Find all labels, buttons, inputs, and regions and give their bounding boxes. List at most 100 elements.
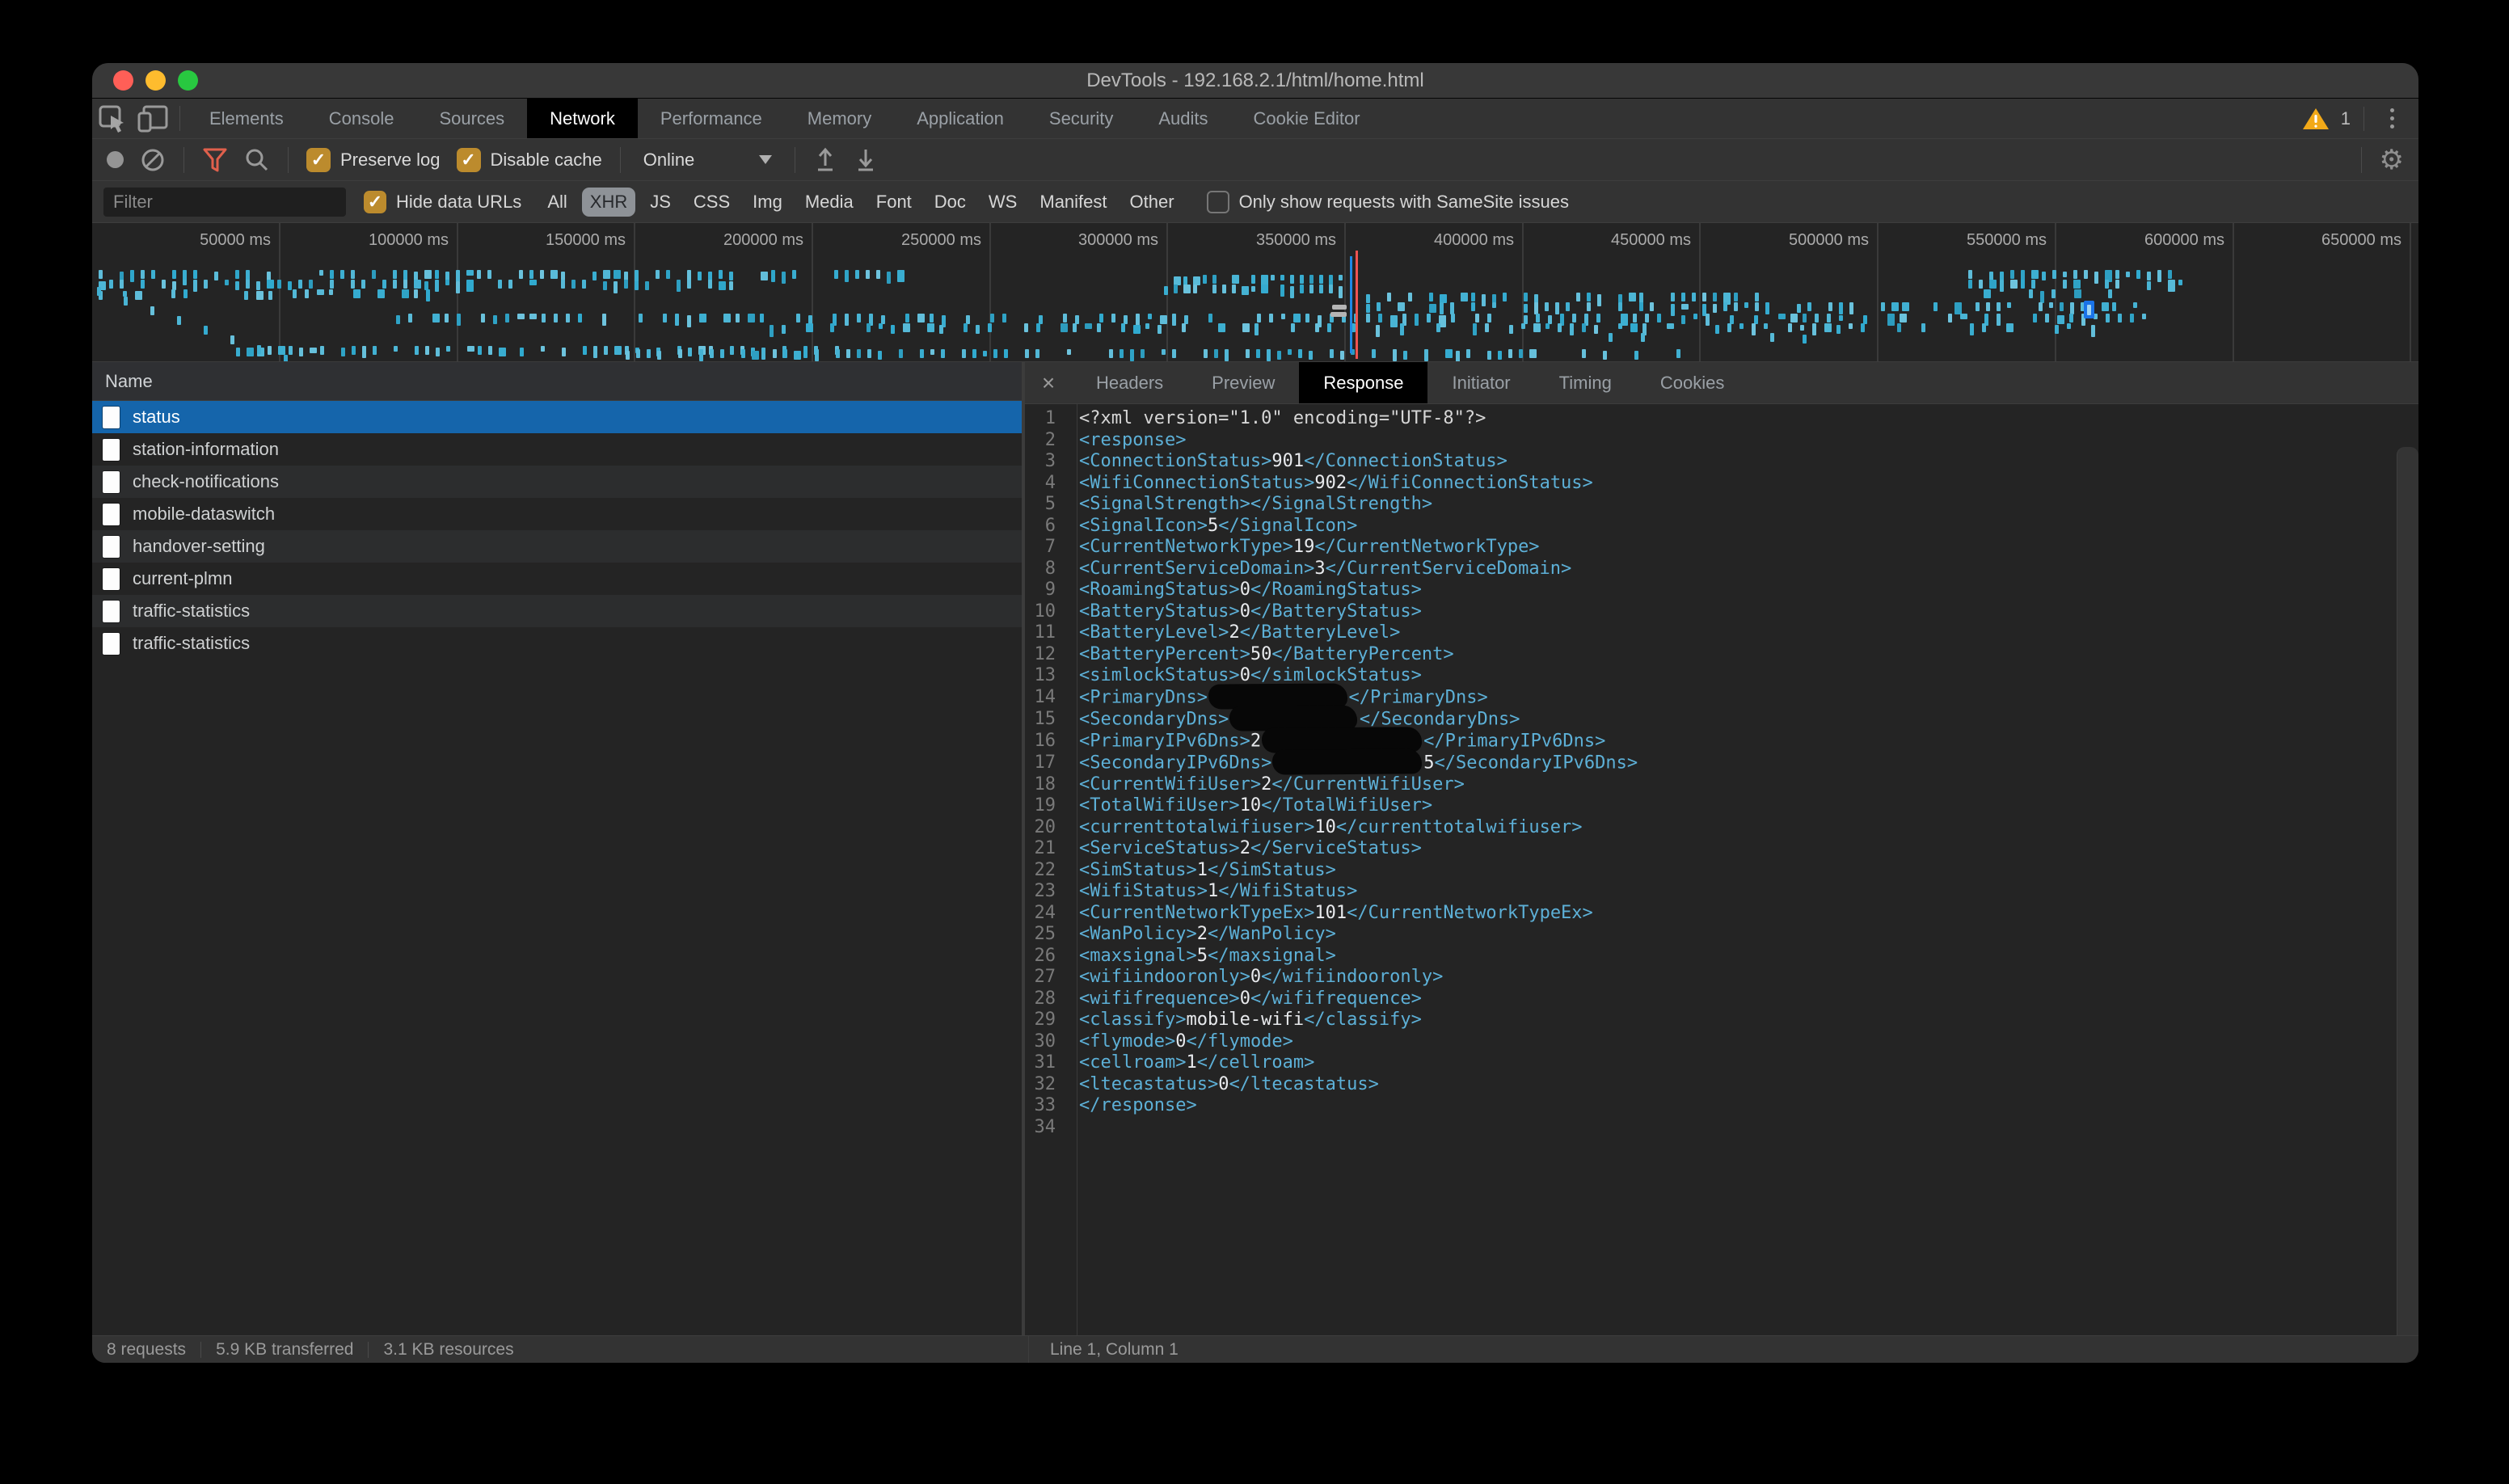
waterfall-dash bbox=[2106, 314, 2110, 323]
waterfall-dash bbox=[1109, 349, 1113, 358]
record-network-log-icon[interactable] bbox=[107, 151, 124, 168]
hide-data-urls-checkbox[interactable]: ✓ Hide data URLs bbox=[364, 191, 521, 213]
waterfall-dash bbox=[289, 346, 293, 355]
request-row-mobile-dataswitch[interactable]: mobile-dataswitch bbox=[92, 498, 1022, 530]
tab-application[interactable]: Application bbox=[894, 99, 1027, 138]
detail-tab-timing[interactable]: Timing bbox=[1535, 362, 1636, 403]
filter-type-doc[interactable]: Doc bbox=[926, 188, 974, 217]
waterfall-dash bbox=[2070, 302, 2074, 314]
detail-tab-cookies[interactable]: Cookies bbox=[1636, 362, 1748, 403]
request-row-status[interactable]: status bbox=[92, 401, 1022, 433]
request-row-current-plmn[interactable]: current-plmn bbox=[92, 563, 1022, 595]
line-number: 7 bbox=[1025, 537, 1067, 559]
tab-security[interactable]: Security bbox=[1027, 99, 1136, 138]
detail-tab-initiator[interactable]: Initiator bbox=[1427, 362, 1534, 403]
timeline-gridline bbox=[634, 223, 635, 361]
tab-performance[interactable]: Performance bbox=[638, 99, 785, 138]
disable-cache-checkbox[interactable]: ✓ Disable cache bbox=[457, 148, 602, 172]
tab-audits[interactable]: Audits bbox=[1136, 99, 1230, 138]
samesite-checkbox[interactable]: Only show requests with SameSite issues bbox=[1207, 191, 1569, 213]
more-options-icon[interactable] bbox=[2377, 108, 2407, 129]
minimize-window-button[interactable] bbox=[145, 70, 166, 91]
toggle-device-toolbar-button[interactable] bbox=[133, 99, 173, 138]
settings-gear-icon[interactable]: ⚙ bbox=[2380, 146, 2404, 174]
waterfall-dash bbox=[687, 280, 691, 289]
preserve-log-checkbox[interactable]: ✓ Preserve log bbox=[306, 148, 441, 172]
zoom-window-button[interactable] bbox=[178, 70, 198, 91]
tab-sources[interactable]: Sources bbox=[416, 99, 527, 138]
waterfall-dash bbox=[1025, 349, 1029, 358]
request-row-traffic-statistics[interactable]: traffic-statistics bbox=[92, 595, 1022, 627]
filter-type-js[interactable]: JS bbox=[642, 188, 679, 217]
waterfall-dash bbox=[402, 289, 409, 298]
request-row-handover-setting[interactable]: handover-setting bbox=[92, 530, 1022, 563]
scrollbar[interactable] bbox=[2397, 447, 2418, 1335]
waterfall-dash bbox=[1671, 293, 1675, 301]
waterfall-dash bbox=[351, 270, 355, 279]
disable-cache-label: Disable cache bbox=[491, 150, 602, 171]
waterfall-dash bbox=[1393, 349, 1397, 361]
filter-type-css[interactable]: CSS bbox=[685, 188, 738, 217]
waterfall-dash bbox=[1172, 314, 1176, 326]
inspect-element-button[interactable] bbox=[92, 99, 133, 138]
filter-type-media[interactable]: Media bbox=[797, 188, 862, 217]
filter-type-ws[interactable]: WS bbox=[980, 188, 1025, 217]
network-overview-timeline[interactable]: 50000 ms100000 ms150000 ms200000 ms25000… bbox=[92, 223, 2418, 362]
tab-console[interactable]: Console bbox=[306, 99, 417, 138]
waterfall-dash bbox=[1212, 285, 1217, 293]
timeline-selected-request-marker[interactable] bbox=[2084, 301, 2094, 318]
filter-type-font[interactable]: Font bbox=[868, 188, 920, 217]
search-icon[interactable] bbox=[244, 147, 270, 173]
warning-icon[interactable] bbox=[2302, 107, 2330, 131]
code-text: <BatteryPercent>50</BatteryPercent> bbox=[1067, 644, 1454, 666]
code-line-4: 4<WifiConnectionStatus>902</WifiConnecti… bbox=[1025, 473, 2418, 495]
filter-input[interactable]: Filter bbox=[103, 188, 346, 217]
filter-funnel-icon[interactable] bbox=[202, 147, 228, 173]
code-line-1: 1<?xml version="1.0" encoding="UTF-8"?> bbox=[1025, 408, 2418, 430]
filter-type-xhr[interactable]: XHR bbox=[582, 188, 635, 217]
waterfall-dash bbox=[699, 314, 706, 323]
request-row-traffic-statistics[interactable]: traffic-statistics bbox=[92, 627, 1022, 660]
waterfall-dash bbox=[2118, 314, 2122, 323]
waterfall-dash bbox=[603, 270, 610, 279]
close-detail-icon[interactable]: × bbox=[1025, 362, 1072, 403]
name-column-header[interactable]: Name bbox=[92, 362, 1022, 401]
waterfall-dash bbox=[1570, 323, 1574, 335]
import-har-icon[interactable] bbox=[813, 146, 837, 174]
waterfall-dash bbox=[836, 349, 840, 358]
code-line-33: 33</response> bbox=[1025, 1095, 2418, 1117]
waterfall-dash bbox=[2094, 272, 2098, 284]
throttling-dropdown[interactable]: Online bbox=[639, 150, 778, 171]
waterfall-dash bbox=[1121, 323, 1125, 332]
request-row-check-notifications[interactable]: check-notifications bbox=[92, 466, 1022, 498]
divider bbox=[179, 106, 180, 131]
warning-count: 1 bbox=[2341, 108, 2351, 129]
waterfall-dash bbox=[794, 351, 801, 360]
close-window-button[interactable] bbox=[113, 70, 133, 91]
waterfall-dash bbox=[1788, 323, 1792, 332]
filter-type-other[interactable]: Other bbox=[1122, 188, 1183, 217]
clear-network-log-icon[interactable] bbox=[140, 147, 166, 173]
waterfall-dash bbox=[1555, 302, 1559, 314]
code-text: <ConnectionStatus>901</ConnectionStatus> bbox=[1067, 451, 1508, 473]
waterfall-dash bbox=[1471, 302, 1475, 311]
detail-tab-preview[interactable]: Preview bbox=[1187, 362, 1299, 403]
waterfall-dash bbox=[499, 348, 506, 356]
tab-cookie-editor[interactable]: Cookie Editor bbox=[1231, 99, 1383, 138]
waterfall-dash bbox=[1954, 302, 1962, 314]
tab-elements[interactable]: Elements bbox=[187, 99, 306, 138]
waterfall-dash bbox=[1734, 293, 1738, 301]
filter-type-all[interactable]: All bbox=[539, 188, 575, 217]
detail-tab-response[interactable]: Response bbox=[1299, 362, 1427, 403]
request-row-station-information[interactable]: station-information bbox=[92, 433, 1022, 466]
filter-type-img[interactable]: Img bbox=[744, 188, 791, 217]
waterfall-dash bbox=[508, 280, 512, 289]
export-har-icon[interactable] bbox=[854, 146, 878, 174]
filter-type-manifest[interactable]: Manifest bbox=[1031, 188, 1115, 217]
waterfall-dash bbox=[988, 323, 992, 332]
waterfall-dash bbox=[2069, 314, 2073, 323]
waterfall-dash bbox=[1164, 286, 1168, 295]
detail-tab-headers[interactable]: Headers bbox=[1072, 362, 1187, 403]
tab-network[interactable]: Network bbox=[527, 99, 638, 138]
tab-memory[interactable]: Memory bbox=[785, 99, 894, 138]
